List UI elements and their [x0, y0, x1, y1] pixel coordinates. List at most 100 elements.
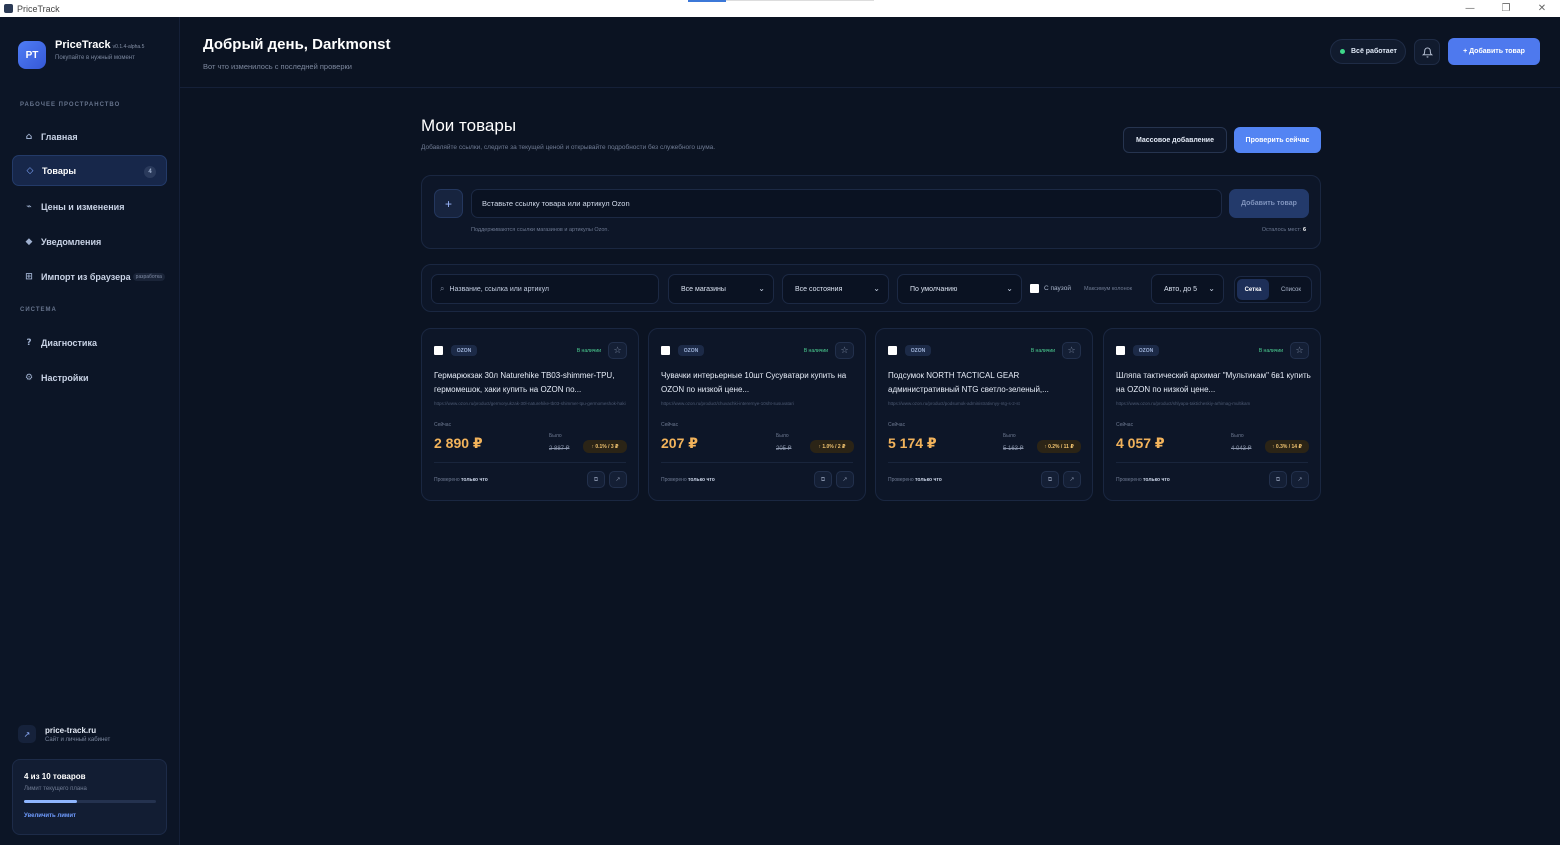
view-list-button[interactable]: Список [1273, 279, 1309, 300]
favorite-button[interactable]: ☆ [608, 342, 627, 359]
sidebar-item-label: Товары [42, 165, 77, 176]
app-icon [4, 4, 13, 13]
sidebar-item-import[interactable]: ⊞ Импорт из браузера разработка [12, 261, 167, 292]
stock-status: В наличии [803, 348, 828, 354]
product-title[interactable]: Шляпа тактический архимаг "Мультикам" 6в… [1116, 369, 1312, 396]
sidebar-item-notifications[interactable]: ◆ Уведомления [12, 226, 167, 257]
sidebar-item-label: Цены и изменения [41, 201, 125, 212]
old-price: 2 887 ₽ [549, 446, 570, 452]
increase-limit-link[interactable]: Увеличить лимит [24, 813, 155, 819]
plan-title: 4 из 10 товаров [24, 772, 86, 781]
select-checkbox[interactable] [661, 346, 670, 355]
add-product-button-header[interactable]: + Добавить товар [1448, 38, 1540, 65]
open-product-button[interactable]: ↗ [836, 471, 854, 488]
current-price: 207 ₽ [661, 435, 698, 451]
sidebar-item-settings[interactable]: ⚙ Настройки [12, 362, 167, 393]
bulk-add-button[interactable]: Массовое добавление [1123, 127, 1227, 153]
old-price-label: Было [1231, 433, 1244, 439]
product-url-input[interactable]: Вставьте ссылку товара или артикул Ozon [471, 189, 1222, 218]
sidebar-item-products[interactable]: ◇ Товары 4 [12, 155, 167, 186]
select-checkbox[interactable] [434, 346, 443, 355]
notification-icon: ◆ [25, 236, 33, 247]
maximize-button[interactable]: ❐ [1488, 0, 1524, 17]
home-icon: ⌂ [25, 131, 33, 142]
add-hint: Поддерживаются ссылки магазинов и артику… [471, 227, 609, 233]
external-link-icon: ↗ [1297, 476, 1303, 483]
pause-label: С паузой [1044, 285, 1071, 292]
product-card[interactable]: OZON В наличии ☆ Шляпа тактический архим… [1103, 328, 1321, 501]
external-link-icon: ↗ [18, 725, 36, 743]
current-price: 4 057 ₽ [1116, 435, 1165, 451]
check-now-button[interactable]: Проверить сейчас [1234, 127, 1321, 153]
star-icon: ☆ [613, 345, 622, 356]
card-divider [1116, 462, 1308, 463]
copy-link-button[interactable]: ⧉ [814, 471, 832, 488]
card-divider [888, 462, 1080, 463]
view-grid-button[interactable]: Сетка [1237, 279, 1269, 300]
favorite-button[interactable]: ☆ [1062, 342, 1081, 359]
checked-status: Проверено только что [888, 477, 942, 483]
sort-select[interactable]: По умолчанию ⌄ [897, 274, 1022, 304]
copy-link-button[interactable]: ⧉ [1041, 471, 1059, 488]
top-header: Добрый день, Darkmonst Вот что изменилос… [180, 17, 1560, 88]
copy-link-button[interactable]: ⧉ [1269, 471, 1287, 488]
sidebar-item-diagnostics[interactable]: ? Диагностика [12, 327, 167, 358]
favorite-button[interactable]: ☆ [1290, 342, 1309, 359]
products-count-badge: 4 [144, 166, 156, 178]
select-checkbox[interactable] [888, 346, 897, 355]
status-text: Всё работает [1351, 48, 1397, 55]
product-url[interactable]: https://www.ozon.ru/product/germoryukzak… [434, 401, 628, 406]
gear-icon: ⚙ [24, 372, 34, 383]
select-checkbox[interactable] [1116, 346, 1125, 355]
add-product-button[interactable]: Добавить товар [1229, 189, 1309, 218]
close-button[interactable]: ✕ [1524, 0, 1560, 17]
product-title[interactable]: Чувачки интерьерные 10шт Сусуватари купи… [661, 369, 857, 396]
copy-link-button[interactable]: ⧉ [587, 471, 605, 488]
columns-select[interactable]: Авто, до 5 ⌄ [1151, 274, 1224, 304]
add-product-panel: + Вставьте ссылку товара или артикул Ozo… [421, 175, 1321, 249]
open-product-button[interactable]: ↗ [1291, 471, 1309, 488]
old-price: 205 ₽ [776, 446, 792, 452]
site-name: price-track.ru [45, 725, 97, 735]
product-card[interactable]: OZON В наличии ☆ Подсумок NORTH TACTICAL… [875, 328, 1093, 501]
section-label-system: СИСТЕМА [20, 307, 57, 313]
checked-status: Проверено только что [1116, 477, 1170, 483]
diamond-icon: ◇ [26, 165, 34, 176]
page-subtitle: Добавляйте ссылки, следите за текущей це… [421, 144, 716, 151]
greeting-subtitle: Вот что изменилось с последней проверки [203, 62, 352, 71]
notifications-button[interactable] [1414, 39, 1440, 65]
search-input[interactable]: ⌕ Название, ссылка или артикул [431, 274, 659, 304]
current-price-label: Сейчас [434, 422, 452, 428]
sidebar-item-prices[interactable]: ⌁ Цены и изменения [12, 191, 167, 222]
product-url[interactable]: https://www.ozon.ru/product/podsumok-adm… [888, 401, 1082, 406]
current-price-label: Сейчас [1116, 422, 1134, 428]
open-product-button[interactable]: ↗ [1063, 471, 1081, 488]
link-icon: ⧉ [593, 475, 599, 483]
sidebar-item-home[interactable]: ⌂ Главная [12, 121, 167, 152]
product-url[interactable]: https://www.ozon.ru/product/chuvachki-in… [661, 401, 855, 406]
external-link-icon: ↗ [842, 476, 848, 483]
page-title: Мои товары [421, 116, 517, 135]
product-title[interactable]: Гермарюкзак 30л Naturehike TB03-shimmer-… [434, 369, 630, 396]
pause-checkbox[interactable] [1030, 284, 1039, 293]
search-icon: ⌕ [440, 284, 445, 293]
status-dot-icon [1340, 49, 1345, 54]
product-url[interactable]: https://www.ozon.ru/product/shlyapa-takt… [1116, 401, 1310, 406]
favorite-button[interactable]: ☆ [835, 342, 854, 359]
product-card[interactable]: OZON В наличии ☆ Чувачки интерьерные 10ш… [648, 328, 866, 501]
stock-status: В наличии [1258, 348, 1283, 354]
plus-button[interactable]: + [434, 189, 463, 218]
product-title[interactable]: Подсумок NORTH TACTICAL GEAR администрат… [888, 369, 1084, 396]
store-badge: OZON [678, 345, 704, 356]
store-select[interactable]: Все магазины ⌄ [668, 274, 774, 304]
store-badge: OZON [905, 345, 931, 356]
price-change-badge: ↑ 0.1% / 3 ₽ [583, 440, 627, 453]
minimize-button[interactable]: — [1452, 0, 1488, 17]
site-link[interactable]: ↗ price-track.ru Сайт и личный кабинет [18, 725, 110, 743]
stock-status: В наличии [576, 348, 601, 354]
state-select[interactable]: Все состояния ⌄ [782, 274, 889, 304]
star-icon: ☆ [1067, 345, 1076, 356]
filter-panel: ⌕ Название, ссылка или артикул Все магаз… [421, 264, 1321, 312]
open-product-button[interactable]: ↗ [609, 471, 627, 488]
product-card[interactable]: OZON В наличии ☆ Гермарюкзак 30л Natureh… [421, 328, 639, 501]
